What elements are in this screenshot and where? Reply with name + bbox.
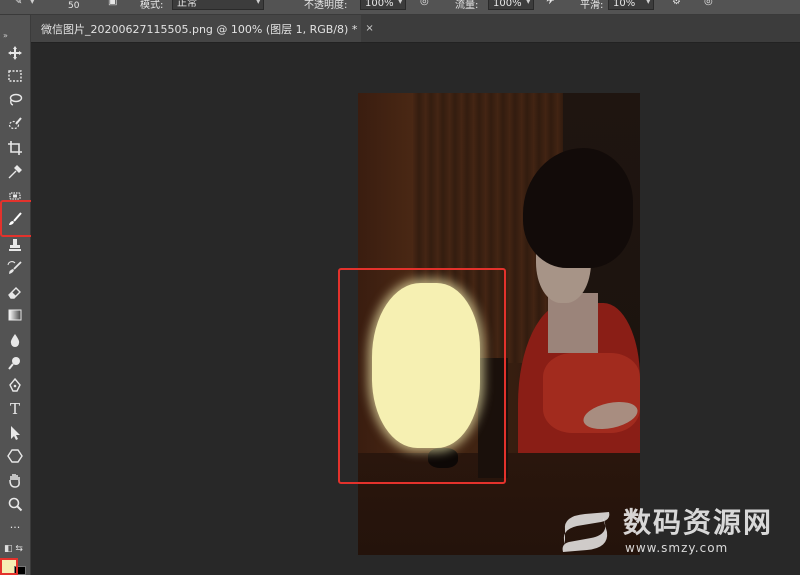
eyedropper-tool-icon[interactable] [2,162,28,182]
shape-tool-icon[interactable] [2,446,28,466]
document-tab-bar: 微信图片_20200627115505.png @ 100% (图层 1, RG… [31,15,800,43]
mode-chevron-icon[interactable]: ▾ [256,0,261,7]
smoothing-chevron-icon[interactable]: ▾ [646,0,651,7]
move-tool-icon[interactable] [2,43,28,63]
brush-tool-preset-icon[interactable]: ✎ [14,0,22,7]
quick-select-tool-icon[interactable] [2,114,28,134]
watermark-url: www.smzy.com [625,541,729,555]
more-tools-icon[interactable]: ··· [2,517,28,537]
glow-area-highlight [338,268,506,484]
close-icon[interactable]: × [365,23,373,34]
document-tab[interactable]: 微信图片_20200627115505.png @ 100% (图层 1, RG… [31,15,374,42]
blur-tool-icon[interactable] [2,330,28,350]
dodge-tool-icon[interactable] [2,353,28,373]
path-select-tool-icon[interactable] [2,423,28,443]
brush-tool-highlight [0,200,35,237]
gradient-tool-icon[interactable] [2,305,28,325]
collapse-toolbar-icon[interactable]: » [3,31,8,40]
smoothing-label: 平滑: [580,0,604,11]
history-brush-tool-icon[interactable] [2,258,28,278]
document-tab-title: 微信图片_20200627115505.png @ 100% (图层 1, RG… [41,22,358,36]
opacity-chevron-icon[interactable]: ▾ [398,0,403,7]
watermark: 数码资源网 www.smzy.com [555,495,795,570]
watermark-logo-icon [562,512,610,552]
pressure-opacity-icon[interactable]: ◎ [420,0,429,7]
mode-select[interactable]: 正常 [172,0,264,10]
eraser-tool-icon[interactable] [2,282,28,302]
foreground-color-highlight [0,558,18,575]
opacity-label: 不透明度: [304,0,348,11]
flow-chevron-icon[interactable]: ▾ [526,0,531,7]
hand-tool-icon[interactable] [2,470,28,490]
airbrush-icon[interactable]: ✈ [546,0,554,7]
type-tool-icon[interactable]: T [2,399,28,419]
pen-tool-icon[interactable] [2,376,28,396]
brush-settings-icon[interactable]: ▣ [108,0,117,7]
flow-label: 流量: [455,0,479,11]
mode-label: 模式: [140,0,164,11]
zoom-tool-icon[interactable] [2,494,28,514]
chevron-down-icon[interactable]: ▾ [30,0,35,7]
marquee-tool-icon[interactable] [2,66,28,86]
options-bar: ✎ ▾ 50 ▣ 模式: 正常 ▾ 不透明度: 100% ▾ ◎ 流量: 100… [0,0,800,15]
smoothing-settings-icon[interactable]: ⚙ [672,0,681,7]
default-colors-icon[interactable]: ◧ ⇆ [4,544,23,554]
lasso-tool-icon[interactable] [2,89,28,109]
clone-stamp-tool-icon[interactable] [2,235,28,255]
brush-size-value[interactable]: 50 [68,1,79,11]
crop-tool-icon[interactable] [2,138,28,158]
pressure-size-icon[interactable]: ◎ [704,0,713,7]
watermark-text: 数码资源网 [623,506,774,539]
